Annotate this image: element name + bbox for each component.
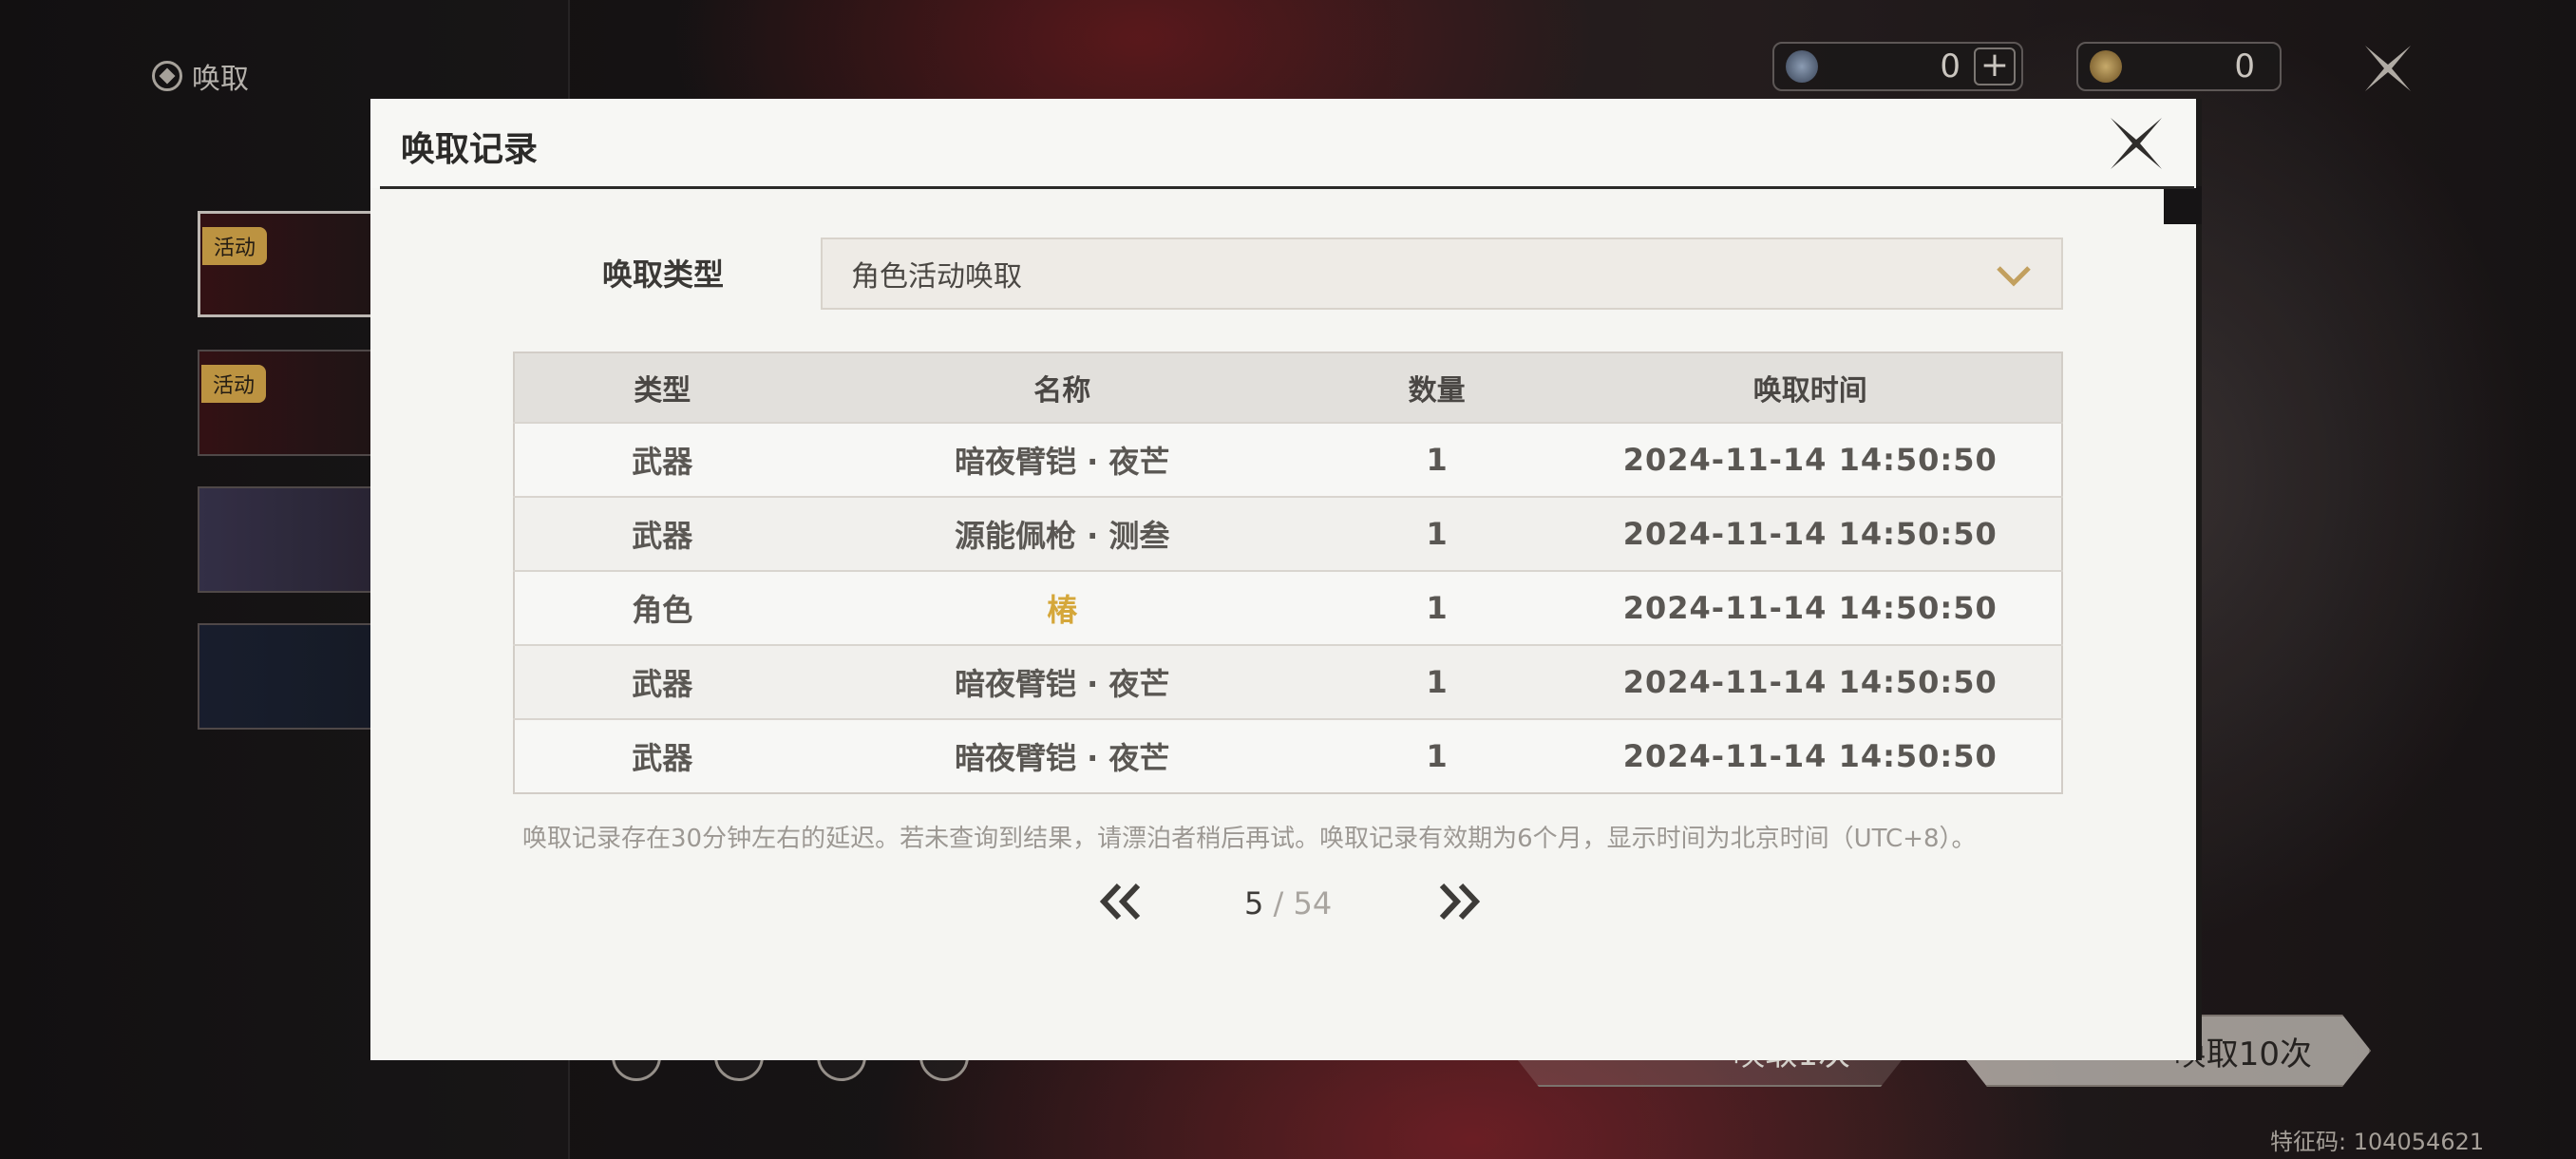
- cell-count: 1: [1314, 570, 1560, 645]
- convene-type-value: 角色活动唤取: [851, 260, 1022, 294]
- cell-time: 2024-11-14 14:50:50: [1559, 644, 2062, 719]
- page-separator: /: [1273, 885, 1284, 922]
- cell-count: 1: [1314, 644, 1560, 719]
- cell-type: 武器: [514, 644, 810, 719]
- current-page: 5: [1244, 885, 1264, 922]
- table-row: 角色 椿 1 2024-11-14 14:50:50: [514, 570, 2062, 645]
- cell-name: 暗夜臂铠 · 夜芒: [809, 644, 1315, 719]
- column-header-time: 唤取时间: [1559, 352, 2062, 423]
- table-row: 武器 源能佩枪 · 测叁 1 2024-11-14 14:50:50: [514, 496, 2062, 571]
- cell-time: 2024-11-14 14:50:50: [1559, 570, 2062, 645]
- page-indicator: 5 / 54: [1244, 885, 1332, 922]
- cell-name-five-star: 椿: [809, 570, 1315, 645]
- convene-type-label: 唤取类型: [602, 256, 725, 293]
- table-header-row: 类型 名称 数量 唤取时间: [514, 352, 2062, 423]
- chevron-down-icon: [1997, 266, 2031, 287]
- close-icon[interactable]: [2109, 116, 2164, 171]
- convene-record-dialog: 唤取记录 唤取类型 角色活动唤取 类型 名称 数量 唤取时间 武器 暗夜臂铠 ·…: [370, 99, 2202, 1060]
- cell-count: 1: [1314, 718, 1560, 793]
- header-divider: [380, 186, 2194, 189]
- cell-time: 2024-11-14 14:50:50: [1559, 718, 2062, 793]
- cell-count: 1: [1314, 422, 1560, 497]
- dialog-title: 唤取记录: [401, 130, 539, 169]
- total-pages: 54: [1293, 885, 1333, 922]
- cell-time: 2024-11-14 14:50:50: [1559, 422, 2062, 497]
- double-chevron-right-icon[interactable]: [1434, 880, 1484, 923]
- cell-name: 暗夜臂铠 · 夜芒: [809, 718, 1315, 793]
- column-header-name: 名称: [809, 352, 1315, 423]
- delay-notice: 唤取记录存在30分钟左右的延迟。若未查询到结果，请漂泊者稍后再试。唤取记录有效期…: [522, 825, 1977, 853]
- cell-name: 源能佩枪 · 测叁: [809, 496, 1315, 571]
- table-row: 武器 暗夜臂铠 · 夜芒 1 2024-11-14 14:50:50: [514, 644, 2062, 719]
- records-table: 类型 名称 数量 唤取时间 武器 暗夜臂铠 · 夜芒 1 2024-11-14 …: [513, 352, 2063, 794]
- table-row: 武器 暗夜臂铠 · 夜芒 1 2024-11-14 14:50:50: [514, 422, 2062, 497]
- convene-type-dropdown[interactable]: 角色活动唤取: [821, 238, 2063, 310]
- cell-type: 武器: [514, 422, 810, 497]
- column-header-type: 类型: [514, 352, 810, 423]
- cell-type: 武器: [514, 718, 810, 793]
- cell-count: 1: [1314, 496, 1560, 571]
- table-row: 武器 暗夜臂铠 · 夜芒 1 2024-11-14 14:50:50: [514, 718, 2062, 793]
- double-chevron-left-icon[interactable]: [1096, 880, 1146, 923]
- cell-type: 角色: [514, 570, 810, 645]
- column-header-count: 数量: [1314, 352, 1560, 423]
- dialog-header: 唤取记录: [370, 99, 2196, 188]
- cell-time: 2024-11-14 14:50:50: [1559, 496, 2062, 571]
- cell-name: 暗夜臂铠 · 夜芒: [809, 422, 1315, 497]
- dialog-corner-decoration: [2164, 186, 2202, 224]
- cell-type: 武器: [514, 496, 810, 571]
